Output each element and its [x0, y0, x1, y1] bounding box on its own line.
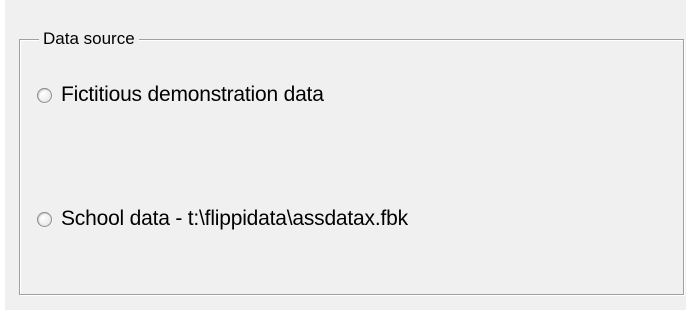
radio-option-fictitious-data[interactable]: Fictitious demonstration data — [37, 81, 324, 109]
radio-option-school-data[interactable]: School data - t:\flippidata\assdatax.fbk — [37, 205, 408, 233]
data-source-groupbox: Data source Fictitious demonstration dat… — [19, 28, 684, 295]
radio-label-school-data[interactable]: School data - t:\flippidata\assdatax.fbk — [61, 207, 408, 231]
dialog-panel: Data source Fictitious demonstration dat… — [5, 0, 686, 310]
groupbox-title: Data source — [39, 28, 139, 50]
radio-button-icon[interactable] — [37, 211, 52, 227]
radio-button-icon[interactable] — [37, 87, 52, 103]
radio-label-fictitious-data[interactable]: Fictitious demonstration data — [61, 83, 324, 107]
